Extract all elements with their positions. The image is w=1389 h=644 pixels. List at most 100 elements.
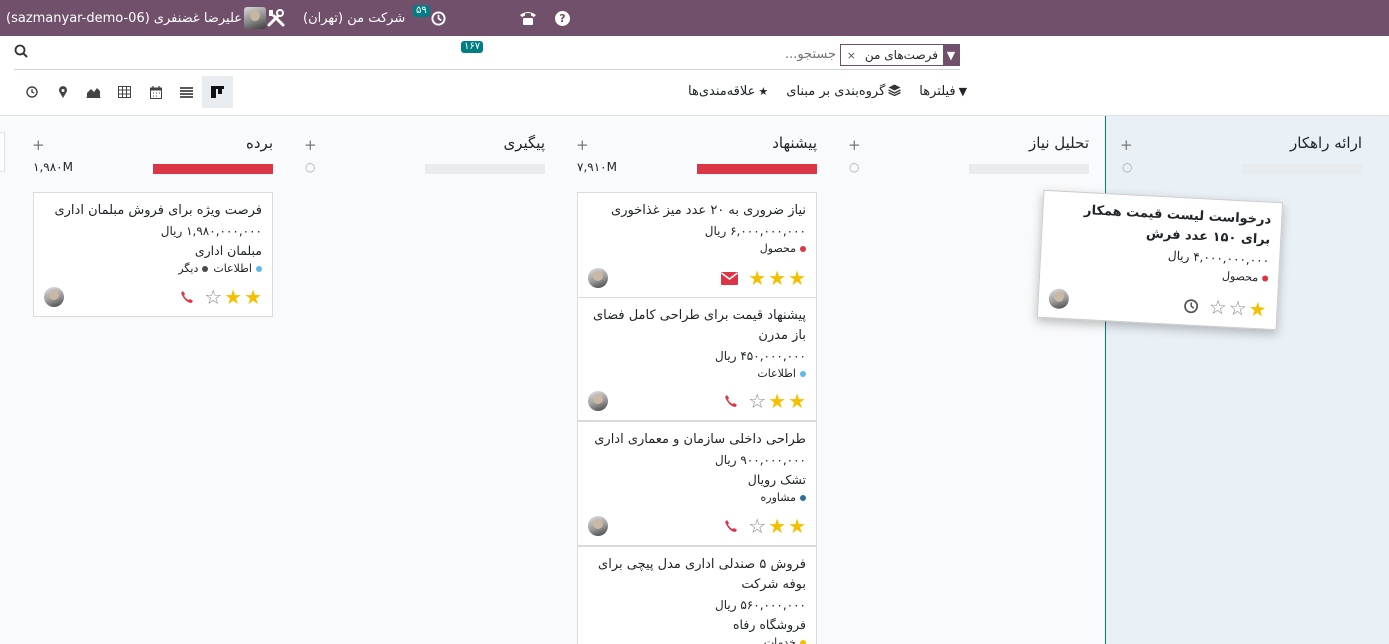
salesperson-avatar[interactable] [1048,288,1070,310]
card-footer: ★ ★ ☆ [588,391,806,411]
filters-label: فیلترها [919,83,956,99]
column-total: ۷,۹۱۰M [577,160,617,174]
kanban-column-followup: + پیگیری ○ [291,116,563,644]
view-switcher [16,76,233,108]
kanban-card[interactable]: طراحی داخلی سازمان و معماری اداری ۹۰۰,۰۰… [577,421,817,546]
envelope-icon[interactable] [721,271,739,285]
kanban-card-dragging[interactable]: درخواست لیست قیمت همکار برای ۱۵۰ عدد فرش… [1036,189,1284,331]
list-view-icon[interactable] [171,76,202,108]
card-partner: تشک رویال [747,472,806,487]
priority-star-icon[interactable]: ★ [1248,297,1267,322]
activity-view-icon[interactable] [16,76,47,108]
card-tags: اطلاعات دیگر [44,262,262,275]
search-facet[interactable]: ▼ فرصت‌های من × [839,44,960,66]
priority-star-icon[interactable]: ★ [788,391,806,411]
priority-star-empty-icon[interactable]: ☆ [748,516,766,536]
column-title[interactable]: برده [246,134,273,152]
card-title: طراحی داخلی سازمان و معماری اداری [594,432,806,447]
card-title: فرصت ویژه برای فروش مبلمان اداری [54,203,262,218]
priority-star-icon[interactable]: ★ [244,287,262,307]
salesperson-avatar[interactable] [44,287,64,307]
priority-star-icon[interactable]: ★ [788,516,806,536]
search-bar: ▼ فرصت‌های من × [14,42,960,70]
column-title[interactable]: ارائه راهکار [1290,134,1362,152]
favorites-label: علاقه‌مندی‌ها [688,83,756,99]
priority-star-icon[interactable]: ★ [748,268,766,288]
search-icon[interactable] [14,44,28,62]
quick-create-icon[interactable]: + [576,136,589,154]
phone-icon[interactable] [724,394,738,408]
map-view-icon[interactable] [47,76,78,108]
user-menu[interactable]: علیرضا غضنفری (sazmanyar-demo-06) [6,0,267,36]
priority-star-icon[interactable]: ★ [788,268,806,288]
quick-create-icon[interactable]: + [1120,136,1133,154]
priority-star-icon[interactable]: ★ [224,287,242,307]
database-name: (sazmanyar-demo-06) [6,10,150,26]
kanban-view-icon[interactable] [202,76,233,108]
tag: دیگر [178,262,209,275]
help-icon[interactable]: ? [555,0,570,36]
column-total-empty: ○ [1122,160,1133,174]
column-title[interactable]: پیگیری [503,134,545,152]
graph-view-icon[interactable] [78,76,109,108]
remove-facet-icon[interactable]: × [841,45,860,65]
kanban-card[interactable]: فروش ۵ صندلی اداری مدل پیچی برای بوفه شر… [577,546,817,644]
card-partner: فروشگاه رفاه [733,617,806,632]
tag: اطلاعات [757,367,806,380]
tag: محصول [760,242,806,255]
kanban-card[interactable]: پیشنهاد قیمت برای طراحی کامل فضای باز مد… [577,297,817,421]
tag-label: دیگر [178,262,199,275]
search-input[interactable] [136,42,836,66]
groupby-dropdown[interactable]: گروه‌بندی بر مبنای [786,82,902,100]
priority-star-empty-icon[interactable]: ☆ [1208,295,1227,320]
kanban-card[interactable]: فرصت ویژه برای فروش مبلمان اداری ۱,۹۸۰,۰… [33,192,273,317]
quick-create-icon[interactable]: + [304,136,317,154]
phone-icon[interactable] [519,0,537,36]
card-tags: مشاوره [588,491,806,504]
priority-star-icon[interactable]: ★ [768,391,786,411]
card-footer: ★ ★ ☆ [588,516,806,536]
priority-star-icon[interactable]: ★ [768,516,786,536]
card-tags: محصول [588,242,806,255]
calendar-view-icon[interactable] [140,76,171,108]
tag-label: محصول [1221,269,1259,285]
layers-icon [888,84,902,99]
phone-icon[interactable] [180,290,194,304]
filters-dropdown[interactable]: ▼ فیلترها [919,82,967,100]
priority-star-empty-icon[interactable]: ☆ [748,391,766,411]
quick-create-icon[interactable]: + [848,136,861,154]
company-switcher[interactable]: شرکت من (تهران) [303,0,405,36]
tag-label: اطلاعات [213,262,252,275]
card-amount: ۱,۹۸۰,۰۰۰,۰۰۰ ریال [160,224,262,238]
salesperson-avatar[interactable] [588,268,608,288]
card-amount: ۵۶۰,۰۰۰,۰۰۰ ریال [715,598,806,612]
card-amount: ۴۵۰,۰۰۰,۰۰۰ ریال [715,349,806,363]
card-footer: ★ ★ ☆ [44,287,262,307]
quick-create-icon[interactable]: + [32,136,45,154]
user-avatar [244,7,267,29]
clock-icon[interactable] [1183,298,1199,314]
tag-label: اطلاعات [757,367,796,380]
card-footer: ★ ☆ ☆ [1048,288,1267,322]
user-name: علیرضا غضنفری [153,10,243,26]
tag-label: خدمات [763,636,796,644]
filter-icon: ▼ [943,45,959,65]
debug-tools-icon[interactable] [266,0,286,36]
tag-label: محصول [759,242,796,255]
salesperson-avatar[interactable] [588,516,608,536]
priority-star-empty-icon[interactable]: ☆ [1228,296,1247,321]
column-title[interactable]: پیشنهاد [772,134,817,152]
kanban-card[interactable]: نیاز ضروری به ۲۰ عدد میز غذاخوری ۶,۰۰۰,۰… [577,192,817,298]
side-handle[interactable] [0,132,5,172]
salesperson-avatar[interactable] [588,391,608,411]
pivot-view-icon[interactable] [109,76,140,108]
priority-star-empty-icon[interactable]: ☆ [204,287,222,307]
progress-bar [969,164,1089,174]
phone-icon[interactable] [724,519,738,533]
favorites-dropdown[interactable]: ★ علاقه‌مندی‌ها [688,82,768,100]
column-title[interactable]: تحلیل نیاز [1029,134,1089,152]
tag-label: مشاوره [760,491,796,504]
tag: مشاوره [761,491,806,504]
priority-star-icon[interactable]: ★ [768,268,786,288]
progress-bar [1242,164,1362,174]
